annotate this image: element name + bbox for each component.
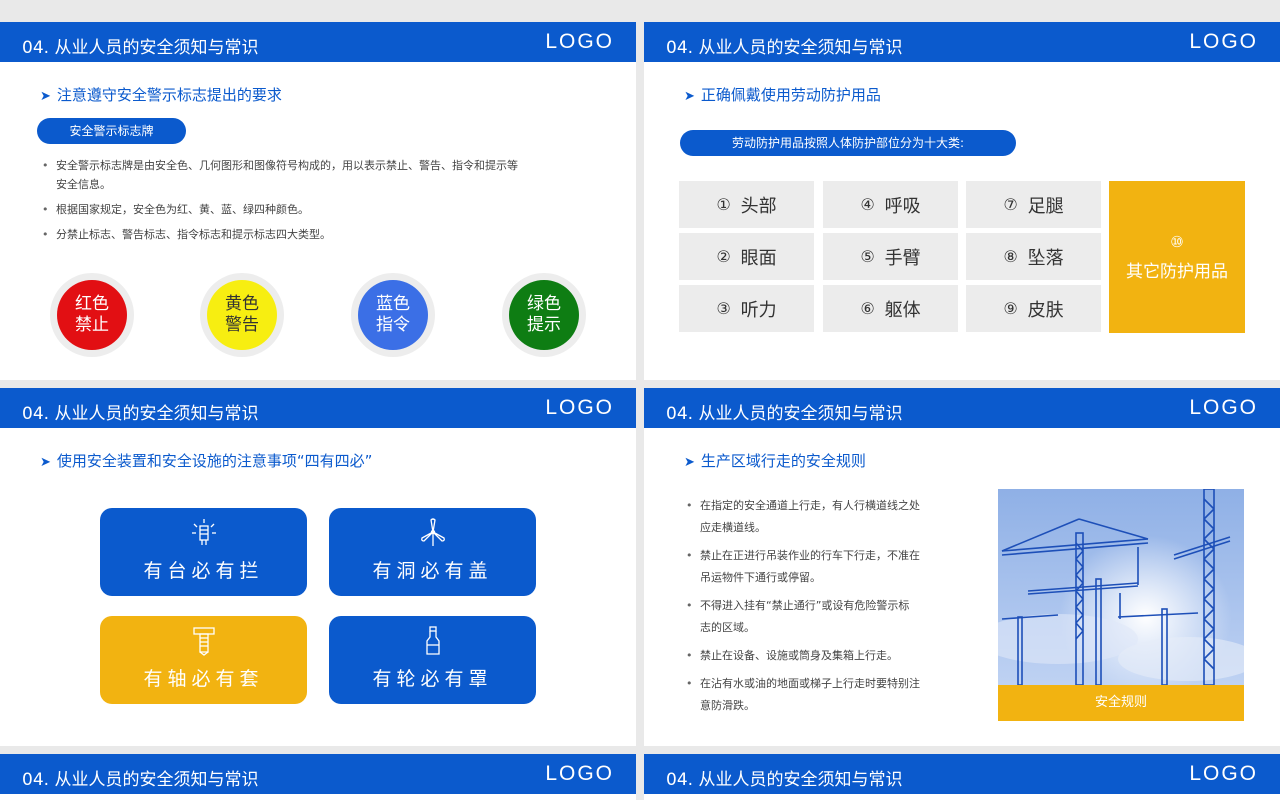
category-cell: ⑦ 足腿 <box>966 181 1101 228</box>
slide-subtitle: ➤ 正确佩戴使用劳动防护用品 <box>684 86 881 104</box>
header-title: 04. 从业人员的安全须知与常识 <box>22 404 259 424</box>
slide-header: 04. 从业人员的安全须知与常识 LOGO <box>0 22 636 62</box>
slide-four-musts[interactable]: 04. 从业人员的安全须知与常识 LOGO ➤ 使用安全装置和安全设施的注意事项“… <box>0 388 636 746</box>
color-circle-green: 绿色 提示 <box>502 273 586 357</box>
circle-fill: 绿色 提示 <box>509 280 579 350</box>
rule-card: 有台必有拦 <box>100 508 307 596</box>
header-logo: LOGO <box>1189 30 1258 53</box>
header-title: 04. 从业人员的安全须知与常识 <box>666 404 903 424</box>
chevron-right-icon: ➤ <box>40 89 51 104</box>
slide-walking-rules[interactable]: 04. 从业人员的安全须知与常识 LOGO ➤生产区域行走的安全规则 在指定的安… <box>644 388 1280 746</box>
slide-partial-left[interactable]: 04. 从业人员的安全须知与常识 LOGO <box>0 754 636 800</box>
bullet-item: 分禁止标志、警告标志、指令标志和提示标志四大类型。 <box>40 225 610 244</box>
category-cell: ⑧ 坠落 <box>966 233 1101 280</box>
color-circle-blue: 蓝色 指令 <box>351 273 435 357</box>
category-cell: ③ 听力 <box>679 285 814 332</box>
header-logo: LOGO <box>1189 762 1258 785</box>
slide-grid: 04. 从业人员的安全须知与常识 LOGO ➤ 注意遵守安全警示标志提出的要求 安… <box>0 0 1280 800</box>
slide-header: 04. 从业人员的安全须知与常识 LOGO <box>0 754 636 794</box>
rule-card: 有轴必有套 <box>100 616 307 704</box>
sign-board-pill: 安全警示标志牌 <box>37 118 186 144</box>
color-circle-yellow: 黄色 警告 <box>200 273 284 357</box>
chevron-right-icon: ➤ <box>684 89 695 104</box>
slide-header: 04. 从业人员的安全须知与常识 LOGO <box>644 22 1280 62</box>
header-title: 04. 从业人员的安全须知与常识 <box>22 770 259 790</box>
circle-fill: 黄色 警告 <box>207 280 277 350</box>
color-circle-red: 红色 禁止 <box>50 273 134 357</box>
category-cell: ⑨ 皮肤 <box>966 285 1101 332</box>
rule-card: 有轮必有罩 <box>329 616 536 704</box>
bullet-item: 禁止在设备、设施或筒身及集箱上行走。 <box>684 645 974 667</box>
circle-fill: 蓝色 指令 <box>358 280 428 350</box>
rule-card: 有洞必有盖 <box>329 508 536 596</box>
crane-photo: 安全规则 <box>998 489 1244 721</box>
bullet-item: 在沾有水或油的地面或梯子上行走时要特别注意防滑跌。 <box>684 673 974 717</box>
circle-fill: 红色 禁止 <box>57 280 127 350</box>
bullet-item: 在指定的安全通道上行走，有人行横道线之处应走横道线。 <box>684 495 974 539</box>
bullet-item: 根据国家规定，安全色为红、黄、蓝、绿四种颜色。 <box>40 200 610 219</box>
header-title: 04. 从业人员的安全须知与常识 <box>666 38 903 58</box>
rule-card-label: 有轴必有套 <box>143 668 264 690</box>
header-logo: LOGO <box>1189 396 1258 419</box>
photo-caption: 安全规则 <box>998 685 1244 721</box>
slide-protective-equipment[interactable]: 04. 从业人员的安全须知与常识 LOGO ➤ 正确佩戴使用劳动防护用品 劳动防护… <box>644 22 1280 380</box>
category-pill: 劳动防护用品按照人体防护部位分为十大类: <box>680 130 1016 156</box>
bullet-item: 安全警示标志牌是由安全色、几何图形和图像符号构成的，用以表示禁止、警告、指令和提… <box>40 156 610 194</box>
header-logo: LOGO <box>545 762 614 785</box>
slide-subtitle: ➤ 生产区域行走的安全规则 <box>684 452 866 470</box>
rule-card-label: 有洞必有盖 <box>372 560 493 582</box>
category-cell: ② 眼面 <box>679 233 814 280</box>
rule-card-label: 有轮必有罩 <box>372 668 493 690</box>
header-title: 04. 从业人员的安全须知与常识 <box>22 38 259 58</box>
category-cell: ④ 呼吸 <box>823 181 958 228</box>
slide-header: 04. 从业人员的安全须知与常识 LOGO <box>644 754 1280 794</box>
bottle-icon <box>426 626 440 655</box>
header-title: 04. 从业人员的安全须知与常识 <box>666 770 903 790</box>
sign-bullets: 安全警示标志牌是由安全色、几何图形和图像符号构成的，用以表示禁止、警告、指令和提… <box>40 156 610 244</box>
fan-icon <box>421 518 445 546</box>
bolt-icon <box>193 627 215 656</box>
rule-card-label: 有台必有拦 <box>143 560 264 582</box>
category-cell: ⑥ 躯体 <box>823 285 958 332</box>
slide-header: 04. 从业人员的安全须知与常识 LOGO <box>0 388 636 428</box>
slide-subtitle: ➤ 使用安全装置和安全设施的注意事项“四有四必” <box>40 452 373 470</box>
slide-subtitle: ➤ 注意遵守安全警示标志提出的要求 <box>40 86 282 104</box>
category-other-block: ⑩ 其它防护用品 <box>1109 181 1245 333</box>
slide-partial-right[interactable]: 04. 从业人员的安全须知与常识 LOGO <box>644 754 1280 800</box>
category-cell: ① 头部 <box>679 181 814 228</box>
slide-header: 04. 从业人员的安全须知与常识 LOGO <box>644 388 1280 428</box>
header-logo: LOGO <box>545 396 614 419</box>
lamp-icon <box>192 519 216 545</box>
header-logo: LOGO <box>545 30 614 53</box>
bullet-item: 不得进入挂有“禁止通行”或设有危险警示标志的区域。 <box>684 595 974 639</box>
chevron-right-icon: ➤ <box>684 455 695 470</box>
chevron-right-icon: ➤ <box>40 455 51 470</box>
walking-bullets: 在指定的安全通道上行走，有人行横道线之处应走横道线。 禁止在正进行吊装作业的行车… <box>684 495 974 717</box>
category-cell: ⑤ 手臂 <box>823 233 958 280</box>
bullet-item: 禁止在正进行吊装作业的行车下行走，不准在吊运物件下通行或停留。 <box>684 545 974 589</box>
slide-safety-signs[interactable]: 04. 从业人员的安全须知与常识 LOGO ➤ 注意遵守安全警示标志提出的要求 安… <box>0 22 636 380</box>
